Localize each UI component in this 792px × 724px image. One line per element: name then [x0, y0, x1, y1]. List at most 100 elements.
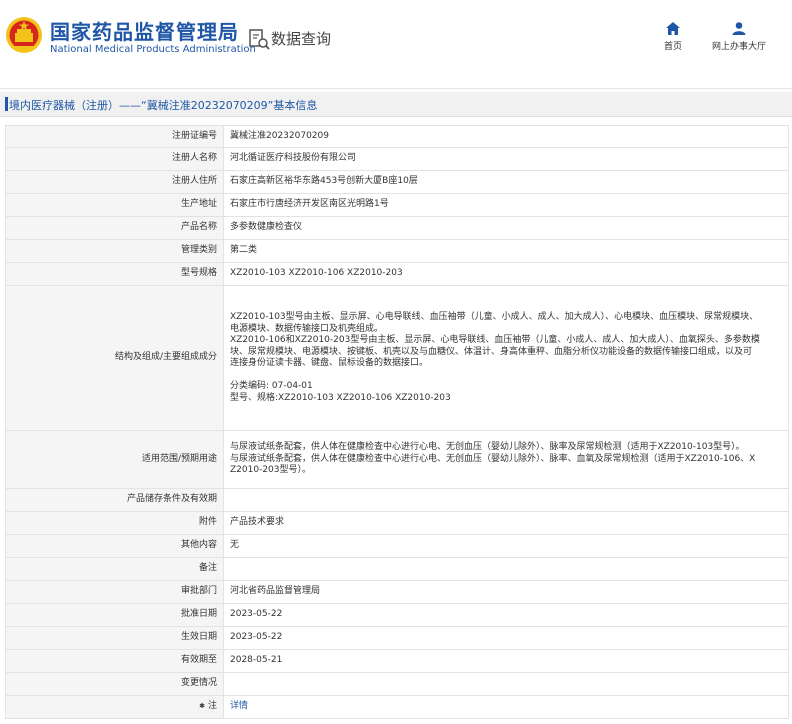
field-label-text: 注 — [207, 701, 217, 712]
field-label-text: 备注 — [198, 563, 217, 574]
field-value: XZ2010-103 XZ2010-106 XZ2010-203 — [223, 262, 789, 286]
field-label-text: 审批部门 — [180, 586, 217, 597]
field-label: 产品储存条件及有效期 — [5, 488, 224, 512]
nav-hall-label: 网上办事大厅 — [711, 42, 766, 52]
emblem-logo[interactable] — [5, 13, 43, 57]
field-value-line: XZ2010-103型号由主板、显示屏、心电导联线、血压袖带（儿童、小成人、成人… — [230, 312, 759, 322]
table-row: ✱ 注详情 — [5, 695, 789, 719]
field-value: 2023-05-22 — [223, 626, 789, 650]
asterisk-icon: ✱ — [199, 702, 205, 711]
breadcrumb-bar: 境内医疗器械（注册）——“冀械注准20232070209”基本信息 — [0, 92, 792, 117]
field-value: 产品技术要求 — [223, 511, 789, 535]
table-row: 管理类别 第二类 — [5, 239, 789, 263]
field-value-line: 与尿液试纸条配套，供人体在健康检查中心进行心电、无创血压（婴幼儿除外）、脉率及尿… — [230, 442, 745, 453]
field-value-text: 2028-05-21 — [230, 655, 283, 666]
table-row: 审批部门 河北省药品监督管理局 — [5, 580, 789, 604]
field-label-text: 生产地址 — [180, 199, 217, 210]
table-row: 结构及组成/主要组成成分 XZ2010-103型号由主板、显示屏、心电导联线、血压… — [5, 285, 789, 431]
field-label: 适用范围/预期用途 — [5, 430, 224, 489]
field-label-text: 注册证编号 — [171, 130, 217, 141]
field-value: 2028-05-21 — [223, 649, 789, 673]
field-label-text: 附件 — [198, 517, 217, 528]
table-row: 批准日期 2023-05-22 — [5, 603, 789, 627]
field-value-line: 型号、规格:XZ2010-103 XZ2010-106 XZ2010-203 — [230, 392, 451, 403]
field-value-line: 分类编码: 07-04-01 — [230, 381, 313, 391]
field-value-line: XZ2010-106和XZ2010-203型号由主板、显示屏、心电导联线、血压袖… — [230, 335, 760, 345]
field-label: 产品名称 — [5, 216, 224, 240]
field-label-text: 生效日期 — [180, 632, 217, 643]
field-label: 注册人住所 — [5, 170, 224, 194]
field-label-text: 变更情况 — [180, 678, 217, 689]
table-row: 生效日期 2023-05-22 — [5, 626, 789, 650]
field-value: 与尿液试纸条配套，供人体在健康检查中心进行心电、无创血压（婴幼儿除外）、脉率及尿… — [223, 430, 789, 489]
field-label: 附件 — [5, 511, 224, 535]
data-search-label[interactable]: 数据查询 — [271, 28, 331, 49]
details-link[interactable]: 详情 — [230, 701, 248, 711]
field-label-text: 注册人住所 — [171, 176, 217, 187]
field-value: 河北省药品监督管理局 — [223, 580, 789, 604]
field-label-text: 注册人名称 — [171, 153, 217, 164]
data-search-icon[interactable] — [248, 28, 270, 50]
field-value-text: 冀械注准20232070209 — [230, 130, 329, 141]
field-label: 有效期至 — [5, 649, 224, 673]
field-value-line: 块、尿常规模块、电源模块、按键板、机壳以及与血糖仪、体温计、身高体重秤、血脂分析… — [230, 346, 753, 357]
nav-online-service-hall[interactable]: 网上办事大厅 — [708, 22, 770, 52]
field-value-line: 连接身份证读卡器、键盘、鼠标设备的数据接口。 — [230, 358, 429, 368]
table-row: 注册人名称 河北循证医疗科技股份有限公司 — [5, 147, 789, 171]
field-label: 管理类别 — [5, 239, 224, 263]
field-value: 冀械注准20232070209 — [223, 125, 789, 148]
field-value — [223, 488, 789, 512]
field-label: 其他内容 — [5, 534, 224, 558]
field-value-text: 2023-05-22 — [230, 609, 283, 620]
breadcrumb-marker — [5, 97, 8, 111]
field-label: 生效日期 — [5, 626, 224, 650]
brand-title-en[interactable]: National Medical Products Administration — [50, 44, 256, 55]
table-row: 注册证编号 冀械注准20232070209 — [5, 125, 789, 148]
table-row: 其他内容 无 — [5, 534, 789, 558]
field-value: 石家庄市行唐经济开发区南区光明路1号 — [223, 193, 789, 217]
field-value-text: 河北省药品监督管理局 — [230, 586, 321, 597]
table-row: 产品名称 多参数健康检查仪 — [5, 216, 789, 240]
field-label: 型号规格 — [5, 262, 224, 286]
field-value-line: Z2010-203型号）。 — [230, 465, 311, 476]
field-label-text: 批准日期 — [180, 609, 217, 620]
field-label-text: 产品储存条件及有效期 — [126, 494, 217, 505]
field-label: 审批部门 — [5, 580, 224, 604]
field-label: 注册证编号 — [5, 125, 224, 148]
table-row: 注册人住所 石家庄高新区裕华东路453号创新大厦B座10层 — [5, 170, 789, 194]
table-row: 生产地址 石家庄市行唐经济开发区南区光明路1号 — [5, 193, 789, 217]
field-value: 2023-05-22 — [223, 603, 789, 627]
field-value-line — [230, 370, 782, 382]
field-value: 石家庄高新区裕华东路453号创新大厦B座10层 — [223, 170, 789, 194]
site-header: 国家药品监督管理局 National Medical Products Admi… — [0, 0, 792, 89]
table-row: 附件 产品技术要求 — [5, 511, 789, 535]
table-row: 有效期至 2028-05-21 — [5, 649, 789, 673]
field-label-text: 适用范围/预期用途 — [141, 453, 217, 464]
nav-home[interactable]: 首页 — [660, 22, 686, 52]
brand-title-cn[interactable]: 国家药品监督管理局 — [50, 16, 239, 45]
field-value: 详情 — [223, 695, 789, 719]
field-label-text: 其他内容 — [180, 540, 217, 551]
field-label: ✱ 注 — [5, 695, 224, 719]
field-value-text: 河北循证医疗科技股份有限公司 — [230, 153, 357, 164]
field-value-line: 电源模块、数据传输接口及机壳组成。 — [230, 323, 384, 334]
field-label-text: 有效期至 — [180, 655, 217, 666]
field-value-text: 无 — [230, 540, 240, 551]
device-info-table: 注册证编号 冀械注准20232070209 注册人名称 河北循证医疗科技股份有限公司注… — [5, 125, 789, 719]
field-value-text: 多参数健康检查仪 — [230, 222, 303, 233]
field-label: 变更情况 — [5, 672, 224, 696]
field-label-text: 结构及组成/主要组成成分 — [114, 352, 217, 363]
field-value: 河北循证医疗科技股份有限公司 — [223, 147, 789, 171]
field-value-text: 2023-05-22 — [230, 632, 283, 643]
field-value: 无 — [223, 534, 789, 558]
field-value — [223, 557, 789, 581]
field-value: XZ2010-103型号由主板、显示屏、心电导联线、血压袖带（儿童、小成人、成人… — [223, 285, 789, 431]
user-icon — [732, 22, 746, 35]
field-label: 备注 — [5, 557, 224, 581]
field-label: 生产地址 — [5, 193, 224, 217]
field-value-text: 第二类 — [230, 245, 258, 256]
field-value-text: 产品技术要求 — [230, 517, 285, 528]
nav-home-label: 首页 — [663, 42, 682, 52]
field-label-text: 管理类别 — [180, 245, 217, 256]
field-value-text: 石家庄市行唐经济开发区南区光明路1号 — [230, 199, 389, 210]
